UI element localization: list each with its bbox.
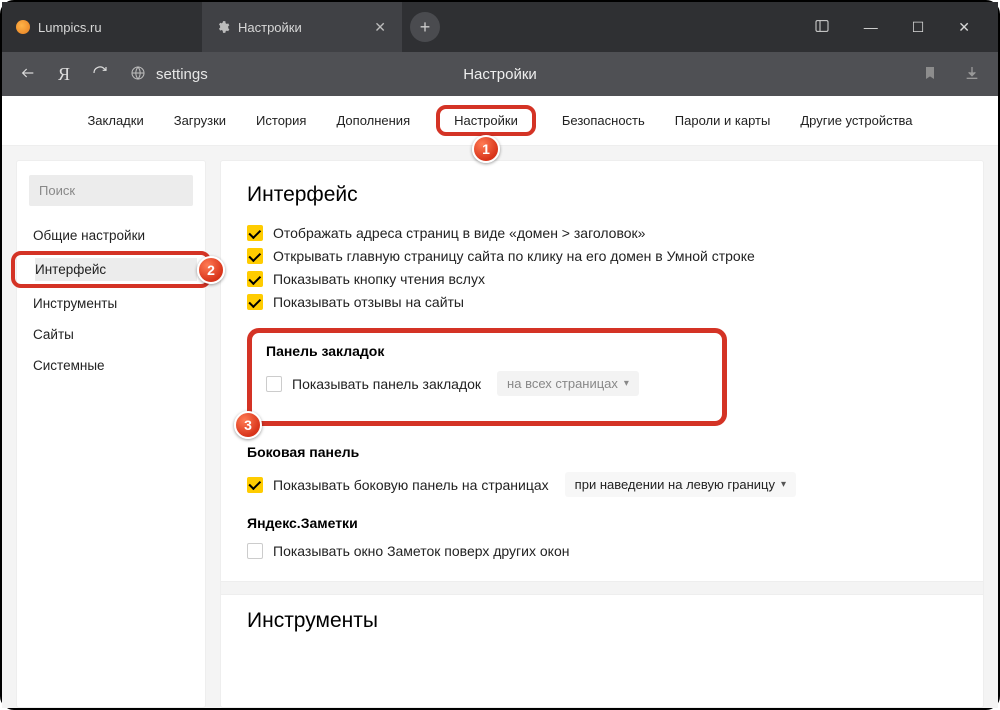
opt-show-bookmarks-bar: Показывать панель закладок на всех стран… [266, 371, 708, 396]
section-heading-interface: Интерфейс [247, 183, 957, 207]
topnav-security[interactable]: Безопасность [558, 107, 649, 134]
settings-topnav: Закладки Загрузки История Дополнения Нас… [2, 96, 998, 146]
checkbox[interactable] [247, 294, 263, 310]
opt-label: Показывать окно Заметок поверх других ок… [273, 543, 569, 559]
bookmark-icon[interactable] [922, 65, 938, 84]
sidebar-toggle-icon[interactable] [814, 18, 830, 37]
close-window-button[interactable]: ✕ [958, 19, 970, 36]
topnav-bookmarks[interactable]: Закладки [83, 107, 147, 134]
select-value: при наведении на левую границу [575, 477, 775, 492]
topnav-settings-highlighted[interactable]: Настройки 1 [436, 105, 536, 136]
tab-strip: Lumpics.ru Настройки ✕ + — ☐ ✕ [2, 2, 998, 52]
sidebar-item-interface-highlighted[interactable]: Интерфейс 2 [11, 251, 211, 288]
section-divider [221, 581, 983, 595]
tab-settings[interactable]: Настройки ✕ [202, 2, 402, 52]
bookmarks-heading: Панель закладок [266, 343, 708, 359]
section-heading-tools: Инструменты [247, 609, 957, 633]
tab-title: Настройки [238, 20, 302, 35]
callout-badge-3: 3 [234, 411, 262, 439]
search-input[interactable]: Поиск [29, 175, 193, 206]
settings-sidebar: Поиск Общие настройки Интерфейс 2 Инстру… [16, 160, 206, 708]
topnav-devices[interactable]: Другие устройства [796, 107, 916, 134]
favicon-lumpics [16, 20, 30, 34]
chevron-down-icon: ▾ [624, 378, 629, 389]
topnav-settings-label: Настройки [450, 107, 522, 134]
checkbox[interactable] [266, 376, 282, 392]
close-icon[interactable]: ✕ [372, 18, 388, 36]
settings-main: Интерфейс Отображать адреса страниц в ви… [220, 160, 984, 708]
opt-tts-button: Показывать кнопку чтения вслух [247, 271, 957, 287]
bookmarks-panel-highlighted: Панель закладок Показывать панель заклад… [247, 328, 727, 426]
sidebar-item-sites[interactable]: Сайты [17, 319, 205, 350]
callout-badge-2: 2 [197, 256, 225, 284]
bookmarks-scope-select[interactable]: на всех страницах ▾ [497, 371, 639, 396]
topnav-downloads[interactable]: Загрузки [170, 107, 230, 134]
tab-lumpics[interactable]: Lumpics.ru [2, 2, 202, 52]
download-icon[interactable] [964, 65, 980, 84]
reload-button[interactable] [92, 65, 108, 84]
globe-icon [130, 65, 146, 84]
chevron-down-icon: ▾ [781, 479, 786, 490]
topnav-addons[interactable]: Дополнения [332, 107, 414, 134]
topnav-passwords[interactable]: Пароли и карты [671, 107, 775, 134]
tab-title: Lumpics.ru [38, 20, 102, 35]
opt-site-reviews: Показывать отзывы на сайты [247, 294, 957, 310]
callout-badge-1: 1 [472, 135, 500, 163]
sidepanel-heading: Боковая панель [247, 444, 957, 460]
checkbox[interactable] [247, 543, 263, 559]
sidepanel-mode-select[interactable]: при наведении на левую границу ▾ [565, 472, 796, 497]
minimize-button[interactable]: — [864, 19, 878, 35]
opt-label: Показывать кнопку чтения вслух [273, 271, 485, 287]
maximize-button[interactable]: ☐ [912, 19, 925, 36]
checkbox[interactable] [247, 225, 263, 241]
window-controls: — ☐ ✕ [814, 2, 998, 52]
opt-label: Показывать панель закладок [292, 376, 481, 392]
settings-page: Закладки Загрузки История Дополнения Нас… [2, 96, 998, 708]
opt-label: Отображать адреса страниц в виде «домен … [273, 225, 645, 241]
checkbox[interactable] [247, 248, 263, 264]
yandex-home-button[interactable]: Я [58, 64, 70, 85]
browser-toolbar: Я settings Настройки [2, 52, 998, 96]
topnav-history[interactable]: История [252, 107, 310, 134]
opt-label: Открывать главную страницу сайта по клик… [273, 248, 755, 264]
opt-notes-on-top: Показывать окно Заметок поверх других ок… [247, 543, 957, 559]
new-tab-button[interactable]: + [410, 12, 440, 42]
page-title: Настройки [463, 66, 537, 83]
address-text: settings [156, 66, 208, 83]
gear-icon [216, 20, 230, 34]
opt-open-homepage: Открывать главную страницу сайта по клик… [247, 248, 957, 264]
address-bar[interactable]: settings [130, 65, 208, 84]
notes-heading: Яндекс.Заметки [247, 515, 957, 531]
sidebar-item-system[interactable]: Системные [17, 350, 205, 381]
checkbox[interactable] [247, 271, 263, 287]
sidebar-item-interface-label: Интерфейс [35, 258, 197, 281]
sidebar-item-general[interactable]: Общие настройки [17, 220, 205, 251]
checkbox[interactable] [247, 477, 263, 493]
opt-label: Показывать отзывы на сайты [273, 294, 464, 310]
opt-show-sidepanel: Показывать боковую панель на страницах п… [247, 472, 957, 497]
select-value: на всех страницах [507, 376, 618, 391]
opt-domain-title: Отображать адреса страниц в виде «домен … [247, 225, 957, 241]
back-button[interactable] [20, 65, 36, 84]
opt-label: Показывать боковую панель на страницах [273, 477, 549, 493]
sidebar-item-tools[interactable]: Инструменты [17, 288, 205, 319]
